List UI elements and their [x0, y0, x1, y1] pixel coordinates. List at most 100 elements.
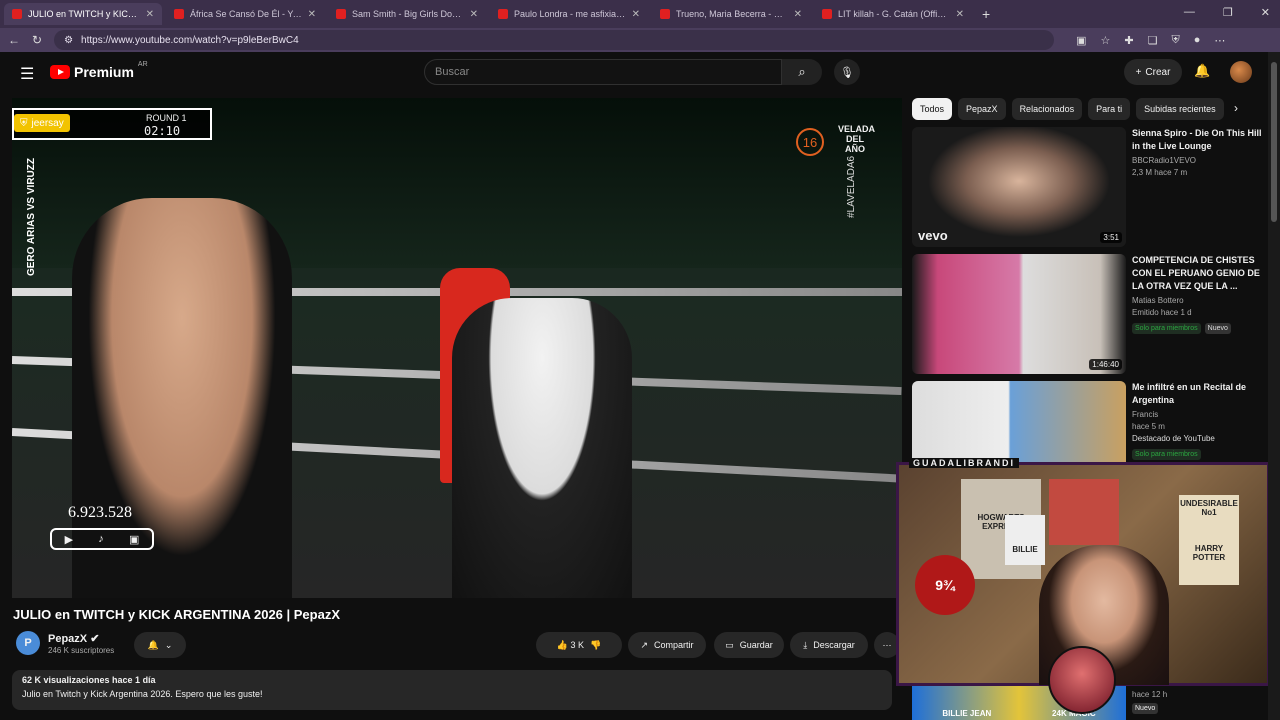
tab-title: Sam Smith - Big Girls Don't Cry (F — [352, 9, 464, 19]
collections-icon[interactable]: ❏ — [1148, 34, 1158, 47]
youtube-favicon-icon — [498, 9, 508, 19]
share-button[interactable]: ↗ Compartir — [628, 632, 706, 658]
close-icon[interactable]: ✕ — [794, 9, 802, 20]
country-code: AR — [137, 60, 148, 68]
thumbnail[interactable]: 1:46:40 — [912, 254, 1126, 374]
poster-hp-text: HARRY POTTER — [1192, 544, 1226, 562]
menu-icon[interactable]: ☰ — [20, 64, 34, 84]
video-player[interactable]: CK ROUND 1 02:10 ⛨jeersay GERO ARIAS VS … — [12, 98, 902, 598]
close-icon[interactable]: ✕ — [146, 9, 154, 20]
bell-icon: 🔔 — [147, 639, 159, 650]
tab[interactable]: Trueno, Maria Becerra - 90s (Offic ✕ — [652, 3, 810, 25]
reload-icon[interactable]: ↻ — [32, 33, 42, 47]
list-item[interactable]: vevo 3:51 Sienna Spiro - Die On This Hil… — [912, 127, 1268, 247]
split-view-icon[interactable]: ▣ — [1076, 34, 1086, 47]
rec-channel: Matias Bottero — [1132, 296, 1184, 305]
bookmark-icon: ▭ — [725, 639, 734, 650]
plus-icon: + — [1135, 66, 1142, 78]
scrollbar-thumb[interactable] — [1271, 62, 1277, 222]
event-logo: VELADA DEL AÑO — [838, 124, 876, 154]
maximize-icon[interactable]: ❐ — [1223, 6, 1233, 19]
social-icons: ▶ ♪ ▣ — [50, 528, 154, 550]
close-icon[interactable]: ✕ — [308, 9, 316, 20]
site-info-icon[interactable]: ⚙ — [64, 35, 73, 46]
close-icon[interactable]: ✕ — [470, 9, 478, 20]
profile-icon[interactable]: ● — [1194, 34, 1201, 47]
like-button[interactable]: 👍 3 K — [557, 640, 584, 651]
viewer-chip: ⛨ jeersay — [14, 114, 70, 132]
url-text: https://www.youtube.com/watch?v=p9leBerB… — [81, 34, 299, 46]
close-icon[interactable]: ✕ — [632, 9, 640, 20]
save-label: Guardar — [739, 640, 773, 650]
download-label: Descargar — [813, 640, 855, 650]
new-badge: Nuevo — [1132, 703, 1159, 714]
rec-meta: hace 5 m — [1132, 422, 1165, 431]
chip-para-ti[interactable]: Para ti — [1088, 98, 1131, 120]
tab[interactable]: Sam Smith - Big Girls Don't Cry (F ✕ — [328, 3, 486, 25]
tab[interactable]: Paulo Londra - me asfixia LA CIUD ✕ — [490, 3, 648, 25]
page-scrollbar[interactable] — [1268, 52, 1280, 720]
rec-meta: 2,3 M hace 7 m — [1132, 168, 1188, 177]
avatar[interactable] — [1230, 61, 1252, 83]
referee — [452, 298, 632, 598]
tab[interactable]: África Se Cansó De Él - YouTube ✕ — [166, 3, 324, 25]
list-item[interactable]: 1:46:40 COMPETENCIA DE CHISTES CON EL PE… — [912, 254, 1268, 374]
save-button[interactable]: ▭ Guardar — [714, 632, 784, 658]
more-icon[interactable]: ⋯ — [1214, 34, 1225, 47]
chip-todos[interactable]: Todos — [912, 98, 953, 120]
search-button[interactable]: ⌕ — [782, 59, 822, 85]
shield-icon[interactable]: ⛨ — [1171, 34, 1179, 47]
twitch-icon: ▣ — [128, 533, 140, 546]
search-input[interactable]: Buscar — [424, 59, 782, 85]
create-button[interactable]: + Crear — [1124, 59, 1182, 85]
back-icon[interactable]: ← — [8, 33, 20, 47]
tab[interactable]: LIT killah - G. Catán (Official Vide ✕ — [814, 3, 972, 25]
thumbnail[interactable]: vevo 3:51 — [912, 127, 1126, 247]
chevron-right-icon[interactable]: › — [1234, 101, 1238, 115]
chevron-down-icon: ⌄ — [164, 639, 173, 650]
dislike-button[interactable]: 👎 — [590, 640, 601, 651]
hashtag: #LAVELADA6 — [846, 155, 857, 218]
chip-relacionados[interactable]: Relacionados — [1011, 98, 1083, 120]
thumbs-down-icon: 👎 — [590, 639, 602, 650]
url-field[interactable]: ⚙ https://www.youtube.com/watch?v=p9leBe… — [54, 30, 1055, 50]
featured-label: Destacado de YouTube — [1132, 434, 1215, 443]
rec-info: Sienna Spiro - Die On This Hill in the L… — [1132, 127, 1262, 177]
brand-name: Premium — [74, 64, 134, 80]
rec-title: Sienna Spiro - Die On This Hill in the L… — [1132, 128, 1262, 151]
extensions-icon[interactable]: ✚ — [1124, 34, 1133, 47]
minimize-icon[interactable]: — — [1184, 6, 1195, 19]
tab-active[interactable]: JULIO en TWITCH y KICK ARG ✕ — [4, 3, 162, 25]
poster-undesirable: UNDESIRABLE No1 HARRY POTTER — [1179, 495, 1239, 585]
download-button[interactable]: ⤓ Descargar — [790, 632, 868, 658]
streamer-name: GUADALIBRANDI — [909, 458, 1019, 468]
poster-undesirable-text: UNDESIRABLE No1 — [1180, 499, 1238, 517]
channel-name[interactable]: PepazX ✔ — [48, 632, 99, 645]
description-box[interactable]: 62 K visualizaciones hace 1 día Julio en… — [12, 670, 892, 710]
window-controls: — ❐ ✕ — [1184, 6, 1270, 19]
age-rating: 16 — [796, 128, 824, 156]
voice-search-button[interactable]: 🎙 — [834, 59, 860, 85]
mic-icon: 🎙 — [840, 66, 854, 79]
subscriber-count: 246 K suscriptores — [48, 646, 115, 655]
youtube-logo[interactable]: Premium AR — [50, 60, 148, 80]
subscription-bell-button[interactable]: 🔔 ⌄ — [134, 632, 186, 658]
side-vs-text: GERO ARIAS VS VIRUZZ — [26, 158, 37, 276]
new-tab-button[interactable]: + — [982, 6, 990, 22]
chip-subidas-recientes[interactable]: Subidas recientes — [1136, 98, 1224, 120]
duration: 3:51 — [1100, 232, 1122, 243]
chip-pepazx[interactable]: PepazX — [958, 98, 1006, 120]
rec-meta: hace 12 h — [1132, 690, 1168, 699]
close-window-icon[interactable]: ✕ — [1261, 6, 1270, 19]
youtube-favicon-icon — [660, 9, 670, 19]
more-icon: ⋯ — [882, 639, 892, 650]
poster-billie: BILLIE — [1005, 515, 1045, 565]
video-title: JULIO en TWITCH y KICK ARGENTINA 2026 | … — [13, 607, 341, 622]
channel-avatar[interactable]: P — [16, 631, 40, 655]
view-counter: 6.923.528 — [68, 504, 132, 521]
notifications-icon[interactable]: 🔔 — [1194, 63, 1210, 79]
vevo-logo: vevo — [918, 228, 948, 243]
rec-info: Me infiltré en un Recital de Argentina F… — [1132, 381, 1262, 461]
close-icon[interactable]: ✕ — [956, 9, 964, 20]
favorite-icon[interactable]: ☆ — [1100, 34, 1110, 47]
